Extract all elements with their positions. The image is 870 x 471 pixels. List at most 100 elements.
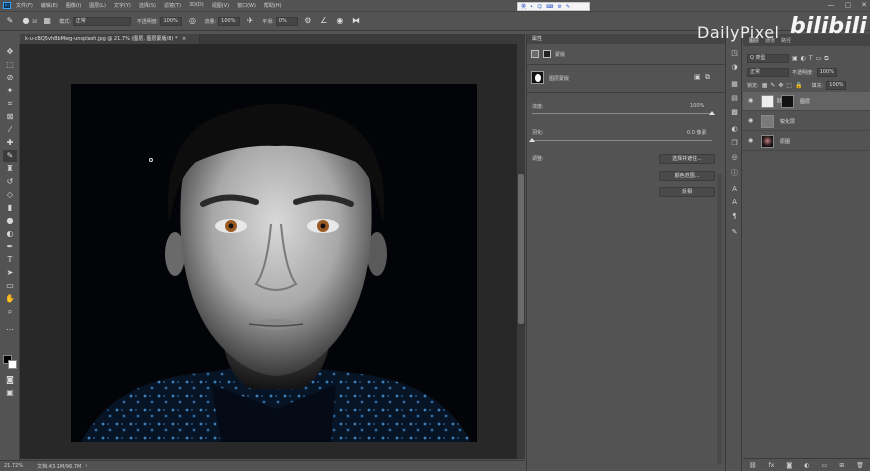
menu-edit[interactable]: 编辑(E) bbox=[41, 2, 58, 9]
group-icon[interactable]: ▭ bbox=[822, 462, 828, 469]
layer-name[interactable]: 原图 bbox=[780, 138, 790, 145]
gradient-tool-icon[interactable]: ▮ bbox=[3, 202, 17, 214]
lasso-tool-icon[interactable]: ⊘ bbox=[3, 72, 17, 84]
eye-icon[interactable]: ◉ bbox=[748, 137, 753, 144]
density-slider[interactable] bbox=[532, 113, 712, 114]
type-tool-icon[interactable]: T bbox=[3, 254, 17, 266]
patterns-panel-icon[interactable]: ▩ bbox=[729, 107, 740, 118]
history-panel-icon[interactable]: ◳ bbox=[729, 48, 740, 59]
minimize-button[interactable]: — bbox=[828, 1, 835, 9]
layer-style-icon[interactable]: fx bbox=[769, 462, 775, 469]
menu-file[interactable]: 文件(F) bbox=[16, 2, 33, 9]
frame-tool-icon[interactable]: ⊠ bbox=[3, 111, 17, 123]
styles-panel-icon[interactable]: ◎ bbox=[729, 152, 740, 163]
menu-type[interactable]: 文字(Y) bbox=[114, 2, 131, 9]
density-slider-knob[interactable] bbox=[709, 111, 715, 115]
swatches-panel-icon[interactable]: ▦ bbox=[729, 79, 740, 90]
filter-pixel-icon[interactable]: ▣ bbox=[792, 55, 798, 62]
document-tab-close-icon[interactable]: × bbox=[182, 36, 186, 42]
blur-tool-icon[interactable]: ● bbox=[3, 215, 17, 227]
lock-position-icon[interactable]: ✥ bbox=[778, 82, 783, 89]
color-range-button[interactable]: 颜色范围... bbox=[659, 171, 715, 181]
lock-all-icon[interactable]: 🔒 bbox=[795, 82, 802, 89]
ime-pen-icon[interactable]: ✎ bbox=[566, 4, 570, 10]
layer-mask-thumbnail[interactable] bbox=[531, 71, 544, 84]
status-arrow-icon[interactable]: › bbox=[85, 463, 87, 469]
menu-image[interactable]: 图像(I) bbox=[66, 2, 81, 9]
pixel-mask-icon[interactable] bbox=[531, 50, 539, 58]
pilcrow-panel-icon[interactable]: ¶ bbox=[729, 211, 740, 222]
select-and-mask-button[interactable]: 选择并遮住... bbox=[659, 154, 715, 164]
more-tools-icon[interactable]: ⋯ bbox=[3, 324, 17, 336]
mask-options-icon[interactable]: ▣ bbox=[694, 73, 701, 81]
airbrush-icon[interactable]: ✈ bbox=[244, 15, 256, 27]
eraser-tool-icon[interactable]: ◇ bbox=[3, 189, 17, 201]
canvas-vertical-scrollbar[interactable] bbox=[517, 44, 525, 459]
quick-select-tool-icon[interactable]: ✦ bbox=[3, 85, 17, 97]
layer-mask-icon[interactable] bbox=[781, 95, 794, 108]
dodge-tool-icon[interactable]: ◐ bbox=[3, 228, 17, 240]
vector-mask-icon[interactable] bbox=[543, 50, 551, 58]
crop-tool-icon[interactable]: ⌗ bbox=[3, 98, 17, 110]
layer-opacity-field[interactable]: 100% bbox=[816, 68, 837, 77]
info-panel-icon[interactable]: ⓘ bbox=[729, 168, 740, 179]
document-tab[interactable]: k-u-cBQ5vhBbMwg-unsplash.jpg @ 21.7% (图层… bbox=[20, 34, 200, 44]
marquee-tool-icon[interactable]: ⬚ bbox=[3, 59, 17, 71]
background-color-swatch[interactable] bbox=[8, 360, 17, 369]
opacity-pressure-icon[interactable]: ◎ bbox=[186, 15, 198, 27]
path-select-tool-icon[interactable]: ➤ bbox=[3, 267, 17, 279]
filter-shape-icon[interactable]: ▭ bbox=[816, 55, 822, 62]
menu-layer[interactable]: 图层(L) bbox=[89, 2, 106, 9]
invert-button[interactable]: 反相 bbox=[659, 187, 715, 197]
layer-kind-filter[interactable]: Q 类型 bbox=[747, 54, 789, 63]
screen-mode-icon[interactable]: ▣ bbox=[3, 387, 17, 399]
lock-image-icon[interactable]: ✎ bbox=[770, 82, 775, 89]
delete-layer-icon[interactable]: 🗑 bbox=[856, 462, 864, 469]
libraries-panel-icon[interactable]: ❐ bbox=[729, 138, 740, 149]
shape-tool-icon[interactable]: ▭ bbox=[3, 280, 17, 292]
ime-settings-icon[interactable]: ⚙ bbox=[557, 4, 561, 10]
close-button[interactable]: ✕ bbox=[861, 1, 867, 9]
adjustments-panel-icon[interactable]: ◐ bbox=[729, 124, 740, 135]
properties-scrollbar[interactable] bbox=[717, 174, 722, 464]
vertical-scroll-thumb[interactable] bbox=[518, 174, 524, 324]
gradients-panel-icon[interactable]: ▤ bbox=[729, 93, 740, 104]
maximize-button[interactable]: ▢ bbox=[845, 1, 852, 9]
eye-icon[interactable]: ◉ bbox=[748, 97, 753, 104]
mode-select[interactable]: 正常 bbox=[72, 16, 131, 26]
tool-presets-icon[interactable]: ✎ bbox=[729, 227, 740, 238]
filter-smart-icon[interactable]: ⧉ bbox=[824, 55, 828, 63]
smooth-field[interactable]: 0% bbox=[275, 16, 298, 26]
opacity-field[interactable]: 100% bbox=[160, 16, 183, 26]
canvas-area[interactable] bbox=[20, 44, 517, 459]
brush-tool-icon[interactable]: ✎ bbox=[3, 150, 17, 162]
menu-select[interactable]: 选择(S) bbox=[139, 2, 156, 9]
ime-keyboard-icon[interactable]: ⌨ bbox=[546, 4, 553, 10]
menu-3d[interactable]: 3D(D) bbox=[189, 2, 204, 8]
lock-artboard-icon[interactable]: ⬚ bbox=[786, 82, 792, 89]
menu-filter[interactable]: 滤镜(T) bbox=[164, 2, 181, 9]
filter-adjust-icon[interactable]: ◐ bbox=[801, 55, 806, 62]
stamp-tool-icon[interactable]: ♜ bbox=[3, 163, 17, 175]
brush-settings-icon[interactable]: ▦ bbox=[41, 15, 53, 27]
link-layers-icon[interactable]: ⛓ bbox=[749, 462, 757, 469]
paragraph-panel-icon[interactable]: A bbox=[729, 184, 740, 195]
move-tool-icon[interactable]: ✥ bbox=[3, 46, 17, 58]
character-panel-icon[interactable]: A bbox=[729, 197, 740, 208]
layer-row[interactable]: ◉ 锐化层 bbox=[743, 112, 870, 131]
ime-punct-icon[interactable]: • bbox=[530, 4, 533, 10]
layer-row[interactable]: ◉ ⛓ 图层 bbox=[743, 92, 870, 111]
angle-icon[interactable]: ∠ bbox=[318, 15, 330, 27]
add-mask-icon[interactable]: ◙ bbox=[786, 462, 792, 469]
lock-transparent-icon[interactable]: ▦ bbox=[762, 82, 768, 89]
adjustment-layer-icon[interactable]: ◐ bbox=[804, 462, 809, 469]
history-brush-tool-icon[interactable]: ↺ bbox=[3, 176, 17, 188]
fill-field[interactable]: 100% bbox=[826, 81, 847, 90]
filter-type-icon[interactable]: T bbox=[809, 55, 813, 62]
mask-link-icon[interactable]: ⧉ bbox=[705, 73, 710, 82]
size-pressure-icon[interactable]: ◉ bbox=[334, 15, 346, 27]
quick-mask-icon[interactable]: ◙ bbox=[3, 374, 17, 386]
feather-slider-knob[interactable] bbox=[529, 138, 535, 142]
zoom-tool-icon[interactable]: ⌕ bbox=[3, 306, 17, 318]
brush-tool-icon[interactable]: ✎ bbox=[4, 15, 16, 27]
